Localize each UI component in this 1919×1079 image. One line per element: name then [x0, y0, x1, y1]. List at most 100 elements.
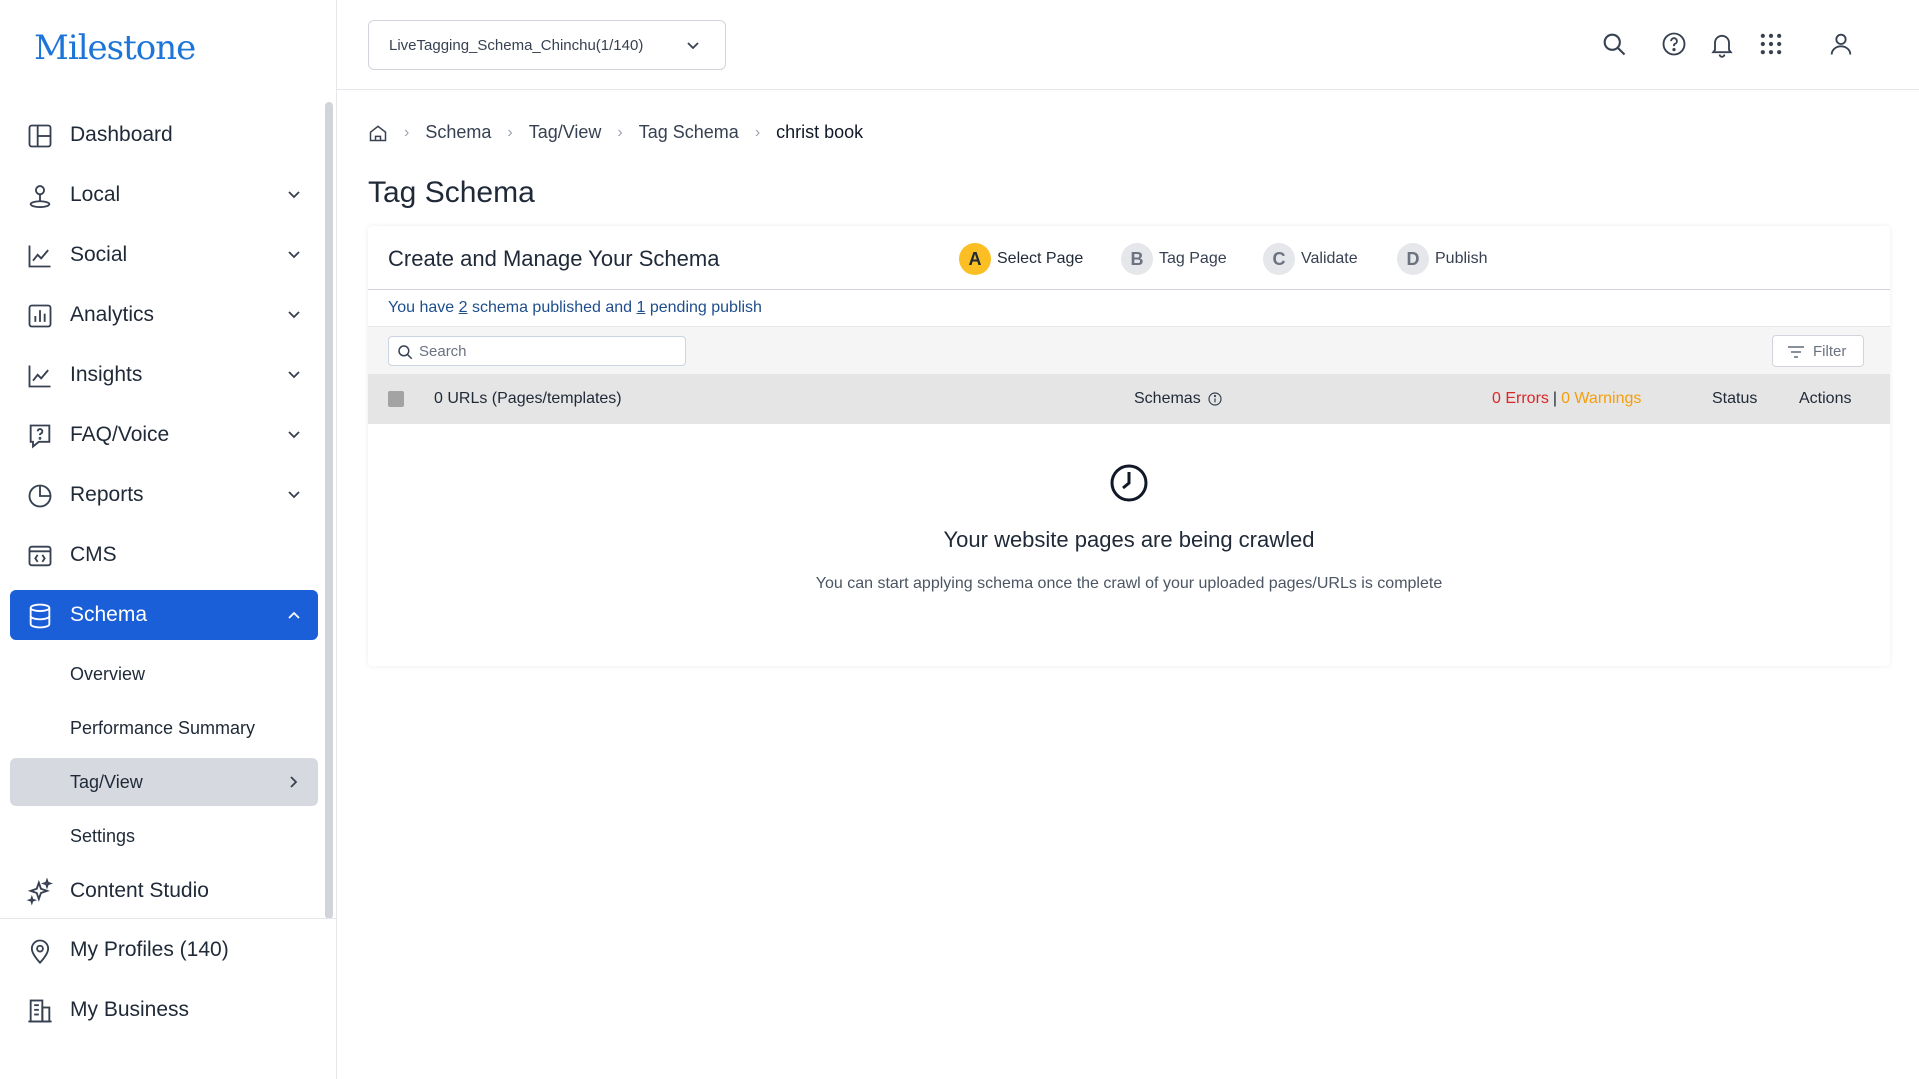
sidebar-item-schema[interactable]: Schema	[10, 590, 318, 640]
breadcrumb-separator: ›	[754, 123, 761, 141]
sidebar-item-label: Reports	[70, 483, 144, 506]
table-header: 0 URLs (Pages/templates) Schemas 0 Error…	[368, 374, 1890, 424]
bar-chart-icon	[28, 304, 52, 328]
chart-line-icon	[28, 365, 51, 388]
sidebar-subitem-label: Performance Summary	[70, 718, 256, 738]
chevron-down-icon	[687, 42, 699, 50]
info-icon[interactable]	[1207, 391, 1223, 407]
sidebar-item-content-studio[interactable]: Content Studio	[10, 866, 318, 916]
user-icon[interactable]	[1827, 30, 1855, 58]
home-icon[interactable]	[368, 123, 388, 143]
step-label: Publish	[1435, 250, 1488, 267]
sidebar-item-my-business[interactable]: My Business	[10, 985, 318, 1035]
published-count-link[interactable]: 2	[459, 299, 468, 316]
clock-icon	[1110, 464, 1148, 502]
sidebar-item-cms[interactable]: CMS	[10, 530, 318, 580]
search-icon	[398, 345, 413, 360]
dashboard-icon	[28, 124, 52, 148]
sidebar-item-label: My Business	[70, 998, 190, 1021]
step-label: Select Page	[997, 250, 1084, 267]
chevron-down-icon	[288, 311, 300, 319]
sidebar-item-faq-voice[interactable]: FAQ/Voice	[10, 410, 318, 460]
step-tag-page[interactable]: B Tag Page	[1121, 243, 1227, 275]
sidebar-subitem-performance-summary[interactable]: Performance Summary	[10, 704, 318, 752]
sidebar-bottom-nav: My Profiles (140) My Business	[10, 925, 318, 1045]
chevron-right-icon	[290, 776, 298, 788]
errors-count: 0 Errors	[1492, 390, 1549, 407]
breadcrumb-current: christ book	[776, 122, 864, 142]
chart-line-icon	[28, 245, 51, 268]
step-label: Tag Page	[1159, 250, 1227, 267]
sidebar-item-label: Content Studio	[70, 879, 209, 902]
sidebar-subitem-label: Tag/View	[70, 772, 143, 792]
sidebar-scrollbar[interactable]	[325, 102, 333, 919]
milestone-logo[interactable]: Milestone	[34, 28, 196, 68]
code-window-icon	[28, 545, 52, 567]
chevron-down-icon	[288, 491, 300, 499]
profile-select[interactable]: LiveTagging_Schema_Chinchu(1/140)	[368, 20, 726, 70]
sidebar-item-label: Social	[70, 243, 128, 266]
breadcrumb-separator: ›	[617, 123, 623, 141]
step-letter: D	[1397, 243, 1429, 275]
sidebar-item-label: FAQ/Voice	[70, 423, 170, 446]
search-icon[interactable]	[1600, 30, 1628, 58]
column-schemas-label: Schemas	[1134, 390, 1201, 407]
chevron-down-icon	[288, 431, 300, 439]
profile-select-value: LiveTagging_Schema_Chinchu(1/140)	[389, 36, 644, 54]
search-input[interactable]: Search	[388, 336, 686, 366]
empty-state-subtitle: You can start applying schema once the c…	[815, 575, 1443, 592]
breadcrumb: › Schema › Tag/View › Tag Schema › chris…	[368, 122, 863, 143]
sidebar-subitem-label: Overview	[70, 664, 146, 684]
breadcrumb-separator: ›	[507, 123, 513, 141]
empty-state-title: Your website pages are being crawled	[943, 527, 1315, 552]
page-title: Tag Schema	[368, 176, 535, 209]
map-pin-icon	[30, 939, 50, 964]
help-icon[interactable]	[1660, 30, 1688, 58]
breadcrumb-tag-view[interactable]: Tag/View	[529, 122, 602, 143]
step-letter: A	[959, 243, 991, 275]
sidebar-item-label: CMS	[70, 543, 117, 566]
step-letter: C	[1263, 243, 1295, 275]
table-toolbar: Search Filter	[368, 326, 1890, 374]
pie-chart-icon	[28, 484, 52, 508]
publish-summary-suffix: pending publish	[645, 299, 762, 316]
sidebar-divider	[0, 918, 337, 919]
database-icon	[29, 603, 51, 629]
sidebar-subitem-tag-view[interactable]: Tag/View	[10, 758, 318, 806]
column-urls: 0 URLs (Pages/templates)	[434, 390, 622, 407]
warnings-count: 0 Warnings	[1561, 390, 1642, 407]
publish-summary-mid: schema published and	[467, 299, 637, 316]
sidebar-item-reports[interactable]: Reports	[10, 470, 318, 520]
chevron-down-icon	[288, 191, 300, 199]
sidebar-item-label: Schema	[70, 603, 148, 626]
sidebar-item-label: Analytics	[70, 303, 155, 326]
sidebar-item-dashboard[interactable]: Dashboard	[10, 110, 318, 160]
sidebar-subitem-settings[interactable]: Settings	[10, 812, 318, 860]
step-select-page[interactable]: A Select Page	[959, 243, 1083, 275]
sidebar-item-label: Dashboard	[70, 123, 173, 146]
sidebar-item-analytics[interactable]: Analytics	[10, 290, 318, 340]
select-all-checkbox[interactable]	[388, 391, 404, 407]
building-icon	[28, 999, 52, 1023]
card-header: Create and Manage Your Schema A Select P…	[368, 226, 1890, 290]
sidebar-item-social[interactable]: Social	[10, 230, 318, 280]
sidebar-item-label: Insights	[70, 363, 143, 386]
filter-icon	[1788, 346, 1804, 358]
sidebar-item-local[interactable]: Local	[10, 170, 318, 220]
apps-grid-icon[interactable]	[1757, 30, 1785, 58]
breadcrumb-schema[interactable]: Schema	[425, 122, 491, 143]
filter-button[interactable]: Filter	[1772, 335, 1864, 367]
sidebar: Milestone Dashboard Local Social Analyti…	[0, 0, 337, 1079]
sidebar-subitem-overview[interactable]: Overview	[10, 650, 318, 698]
step-label: Validate	[1301, 250, 1358, 267]
sidebar-item-label: My Profiles (140)	[70, 938, 229, 961]
card-title: Create and Manage Your Schema	[388, 246, 720, 271]
bell-icon[interactable]	[1708, 30, 1736, 58]
breadcrumb-tag-schema[interactable]: Tag Schema	[639, 122, 739, 143]
sidebar-item-insights[interactable]: Insights	[10, 350, 318, 400]
sidebar-subitem-label: Settings	[70, 826, 136, 846]
sidebar-item-my-profiles[interactable]: My Profiles (140)	[10, 925, 318, 975]
step-validate[interactable]: C Validate	[1263, 243, 1358, 275]
step-publish[interactable]: D Publish	[1397, 243, 1487, 275]
chevron-down-icon	[288, 251, 300, 259]
